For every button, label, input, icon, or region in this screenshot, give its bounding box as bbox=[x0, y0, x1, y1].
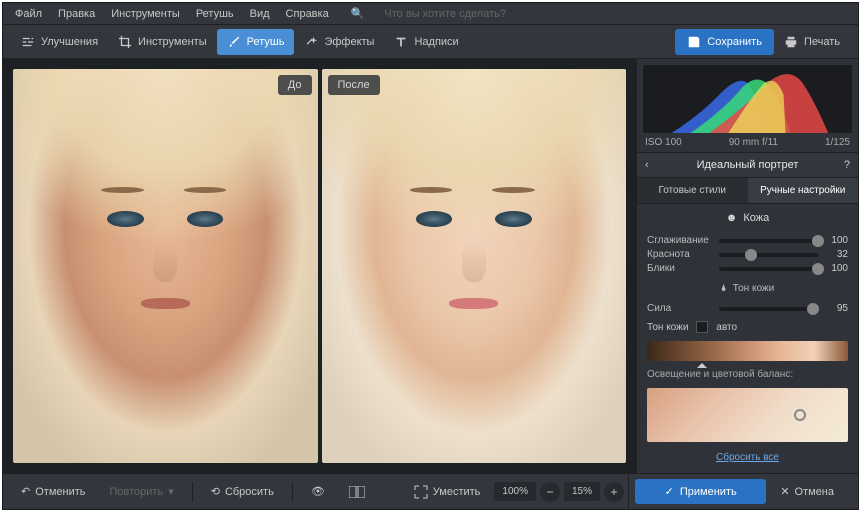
face-icon: ☻ bbox=[726, 212, 738, 224]
subtab-manual[interactable]: Ручные настройки bbox=[748, 178, 859, 203]
compare-toggle[interactable] bbox=[339, 481, 375, 503]
light-balance-picker[interactable] bbox=[647, 388, 848, 442]
compare-icon bbox=[349, 486, 365, 498]
wand-icon bbox=[304, 35, 318, 49]
slider-strength-value: 95 bbox=[824, 303, 848, 314]
zoom-out-button[interactable]: − bbox=[540, 482, 560, 502]
slider-glare[interactable] bbox=[719, 267, 818, 271]
save-icon bbox=[687, 35, 701, 49]
tab-retouch[interactable]: Ретушь bbox=[217, 29, 295, 55]
menubar: Файл Правка Инструменты Ретушь Вид Справ… bbox=[3, 3, 858, 25]
cancel-button[interactable]: ✕Отмена bbox=[770, 479, 844, 504]
menu-retouch[interactable]: Ретушь bbox=[188, 5, 242, 23]
image-before[interactable]: До bbox=[13, 69, 318, 463]
light-marker[interactable] bbox=[794, 409, 806, 421]
meta-shutter: 1/125 bbox=[825, 137, 850, 148]
tab-enhance[interactable]: Улучшения bbox=[11, 29, 108, 55]
toolbar: Улучшения Инструменты Ретушь Эффекты Над… bbox=[3, 25, 858, 59]
tone-marker[interactable] bbox=[697, 358, 707, 368]
section-tone: 🌢Тон кожи bbox=[637, 277, 858, 300]
reset-all-link[interactable]: Сбросить все bbox=[637, 446, 858, 469]
reset-button[interactable]: ⟲Сбросить bbox=[201, 480, 284, 503]
slider-redness-label: Краснота bbox=[647, 249, 713, 260]
badge-after: После bbox=[328, 75, 380, 95]
menu-edit[interactable]: Правка bbox=[50, 5, 103, 23]
print-icon bbox=[784, 35, 798, 49]
panel-title: Идеальный портрет bbox=[661, 159, 834, 171]
drop-icon: 🌢 bbox=[721, 283, 727, 294]
help-button[interactable]: ? bbox=[834, 159, 850, 171]
apply-button[interactable]: ✓Применить bbox=[635, 479, 766, 504]
preview-toggle[interactable]: 👁 bbox=[301, 480, 335, 503]
reset-icon: ⟲ bbox=[211, 485, 220, 498]
tab-text[interactable]: Надписи bbox=[384, 29, 468, 55]
brush-icon bbox=[227, 35, 241, 49]
slider-glare-label: Блики bbox=[647, 263, 713, 274]
zoom-100[interactable]: 100% bbox=[494, 482, 536, 501]
menu-view[interactable]: Вид bbox=[242, 5, 278, 23]
section-skin: ☻Кожа bbox=[637, 204, 858, 232]
back-button[interactable]: ‹ bbox=[645, 159, 661, 171]
slider-strength-label: Сила bbox=[647, 303, 713, 314]
save-button[interactable]: Сохранить bbox=[675, 29, 774, 55]
zoom-current[interactable]: 15% bbox=[564, 482, 600, 501]
slider-redness-value: 32 bbox=[824, 249, 848, 260]
panel-header: ‹ Идеальный портрет ? bbox=[637, 152, 858, 178]
histogram[interactable] bbox=[643, 65, 852, 133]
meta-iso: ISO 100 bbox=[645, 137, 682, 148]
print-button[interactable]: Печать bbox=[774, 29, 850, 55]
tab-effects[interactable]: Эффекты bbox=[294, 29, 384, 55]
redo-button[interactable]: Повторить▾ bbox=[99, 480, 183, 503]
slider-smoothing-value: 100 bbox=[824, 235, 848, 246]
image-metadata: ISO 100 90 mm f/11 1/125 bbox=[637, 133, 858, 152]
close-icon: ✕ bbox=[780, 485, 789, 498]
undo-icon: ↶ bbox=[21, 485, 30, 498]
menu-help[interactable]: Справка bbox=[278, 5, 337, 23]
chevron-down-icon: ▾ bbox=[168, 485, 174, 498]
section-light-label: Освещение и цветовой баланс: bbox=[637, 365, 858, 384]
fit-button[interactable]: Уместить bbox=[404, 480, 491, 504]
fit-icon bbox=[414, 485, 428, 499]
badge-before: До bbox=[278, 75, 312, 95]
menu-tools[interactable]: Инструменты bbox=[103, 5, 188, 23]
sliders-icon bbox=[21, 35, 35, 49]
undo-button[interactable]: ↶Отменить bbox=[11, 480, 95, 503]
check-icon: ✓ bbox=[665, 485, 674, 498]
bottombar: ↶Отменить Повторить▾ ⟲Сбросить 👁 Уместит… bbox=[3, 473, 858, 509]
tab-tools[interactable]: Инструменты bbox=[108, 29, 217, 55]
skin-tone-picker[interactable] bbox=[647, 341, 848, 361]
text-icon bbox=[394, 35, 408, 49]
zoom-in-button[interactable]: + bbox=[604, 482, 624, 502]
search-input[interactable]: Что вы хотите сделать? bbox=[376, 5, 514, 23]
slider-redness[interactable] bbox=[719, 253, 818, 257]
subtab-presets[interactable]: Готовые стили bbox=[637, 178, 748, 203]
sidebar: ISO 100 90 mm f/11 1/125 ‹ Идеальный пор… bbox=[636, 59, 858, 473]
slider-smoothing-label: Сглаживание bbox=[647, 235, 713, 246]
crop-icon bbox=[118, 35, 132, 49]
slider-smoothing[interactable] bbox=[719, 239, 818, 243]
eye-icon: 👁 bbox=[311, 485, 325, 498]
slider-strength[interactable] bbox=[719, 307, 818, 311]
menu-file[interactable]: Файл bbox=[7, 5, 50, 23]
meta-focal: 90 mm f/11 bbox=[729, 137, 778, 148]
slider-glare-value: 100 bbox=[824, 263, 848, 274]
canvas-area: До После bbox=[3, 59, 636, 473]
image-after[interactable]: После bbox=[322, 69, 627, 463]
auto-label: авто bbox=[716, 322, 737, 333]
search-icon: 🔍 bbox=[343, 4, 373, 23]
tone-label: Тон кожи bbox=[647, 322, 688, 333]
auto-checkbox[interactable] bbox=[696, 321, 708, 333]
